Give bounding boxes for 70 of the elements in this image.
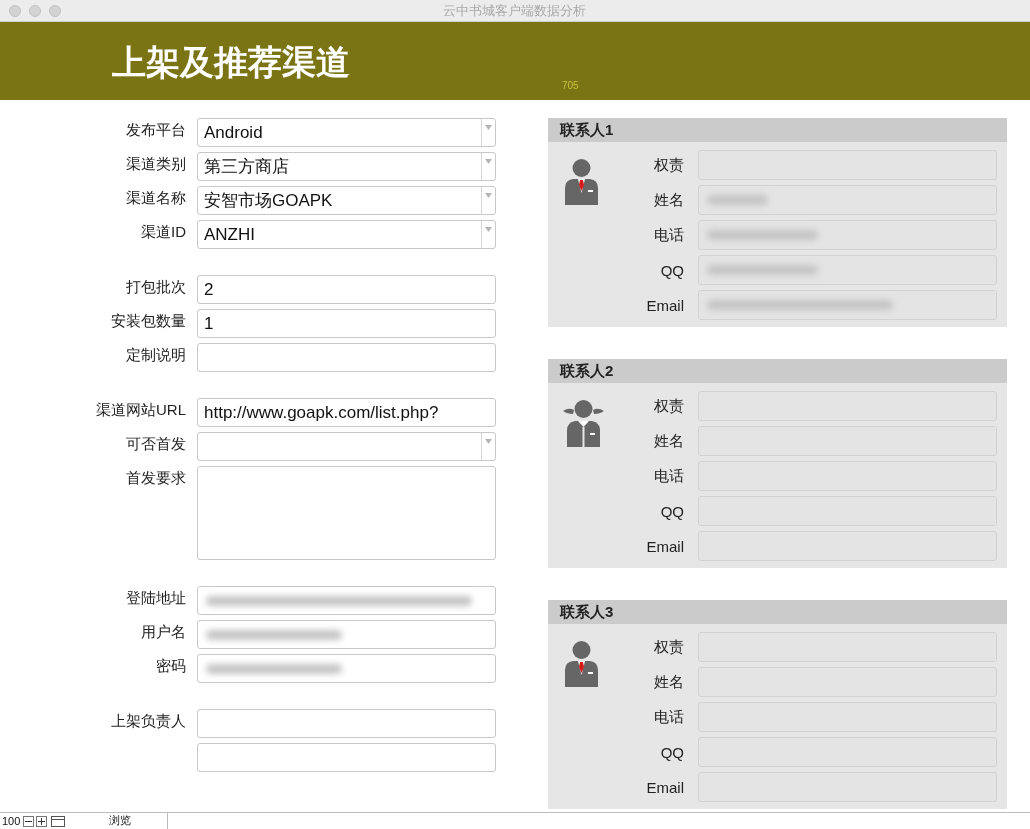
input-field[interactable] [197, 620, 496, 649]
input-field[interactable]: 2 [197, 275, 496, 304]
field-label: 渠道网站URL [95, 400, 187, 420]
input-field[interactable] [698, 290, 997, 320]
zoom-level: 100 [1, 815, 22, 827]
dropdown-field[interactable]: 安智市场GOAPK [197, 186, 496, 215]
field-label: Email [645, 537, 685, 555]
man-avatar-icon [563, 640, 600, 687]
input-field[interactable] [698, 220, 997, 250]
zoom-in-icon[interactable] [36, 815, 48, 827]
field-label: 上架负责人 [110, 711, 187, 731]
field-label: QQ [659, 743, 685, 761]
field-label: 姓名 [653, 431, 685, 451]
field-label: Email [645, 778, 685, 796]
woman-avatar-icon [563, 399, 604, 447]
input-field[interactable] [698, 185, 997, 215]
dropdown-arrow-icon [485, 125, 492, 130]
panel-title: 联系人3 [560, 602, 614, 622]
field-label: 电话 [653, 225, 685, 245]
field-label: 权责 [653, 637, 685, 657]
field-label: 权责 [653, 155, 685, 175]
field-label: 权责 [653, 396, 685, 416]
panel-title: 联系人1 [560, 120, 614, 140]
field-label: 电话 [653, 707, 685, 727]
field-label: 姓名 [653, 672, 685, 692]
input-field[interactable] [197, 709, 496, 738]
field-label: 用户名 [140, 622, 187, 642]
input-field[interactable]: http://www.goapk.com/list.php? [197, 398, 496, 427]
text-area[interactable] [197, 466, 496, 560]
field-label: 渠道类别 [125, 154, 187, 174]
dropdown-field[interactable] [197, 432, 496, 461]
input-field[interactable]: 1 [197, 309, 496, 338]
dropdown-arrow-icon [485, 193, 492, 198]
man-avatar-icon [563, 158, 600, 205]
field-label: 登陆地址 [125, 588, 187, 608]
input-field[interactable] [698, 255, 997, 285]
minimize-button[interactable] [29, 4, 41, 17]
field-label: 电话 [653, 466, 685, 486]
field-label: 渠道ID [140, 222, 187, 242]
field-label: 渠道名称 [125, 188, 187, 208]
input-field[interactable] [197, 343, 496, 372]
field-label: QQ [659, 502, 685, 520]
field-label: QQ [659, 261, 685, 279]
dropdown-arrow-icon [485, 227, 492, 232]
input-field[interactable] [197, 654, 496, 683]
input-field[interactable] [197, 743, 496, 772]
field-label: 打包批次 [125, 277, 187, 297]
panel-title: 联系人2 [560, 361, 614, 381]
dropdown-arrow-icon [485, 159, 492, 164]
field-label: 发布平台 [125, 120, 187, 140]
dropdown-arrow-icon [485, 439, 492, 444]
field-label: 可否首发 [125, 434, 187, 454]
field-label: 定制说明 [125, 345, 187, 365]
field-label: 安装包数量 [110, 311, 187, 331]
field-label: 首发要求 [125, 468, 187, 488]
dropdown-field[interactable]: ANZHI [197, 220, 496, 249]
field-label: 姓名 [653, 190, 685, 210]
dropdown-field[interactable]: 第三方商店 [197, 152, 496, 181]
record-number: 705 [562, 80, 579, 91]
input-field[interactable] [197, 586, 496, 615]
field-label: Email [645, 296, 685, 314]
page-title: 上架及推荐渠道 [112, 42, 350, 83]
maximize-button[interactable] [49, 4, 61, 17]
mode-label: 浏览 [109, 813, 169, 829]
window-title: 云中书城客户端数据分析 [442, 1, 587, 20]
zoom-out-icon[interactable] [23, 815, 35, 827]
layout-icon[interactable] [51, 815, 66, 827]
field-label: 密码 [155, 656, 187, 676]
close-button[interactable] [9, 4, 21, 17]
dropdown-field[interactable]: Android [197, 118, 496, 147]
